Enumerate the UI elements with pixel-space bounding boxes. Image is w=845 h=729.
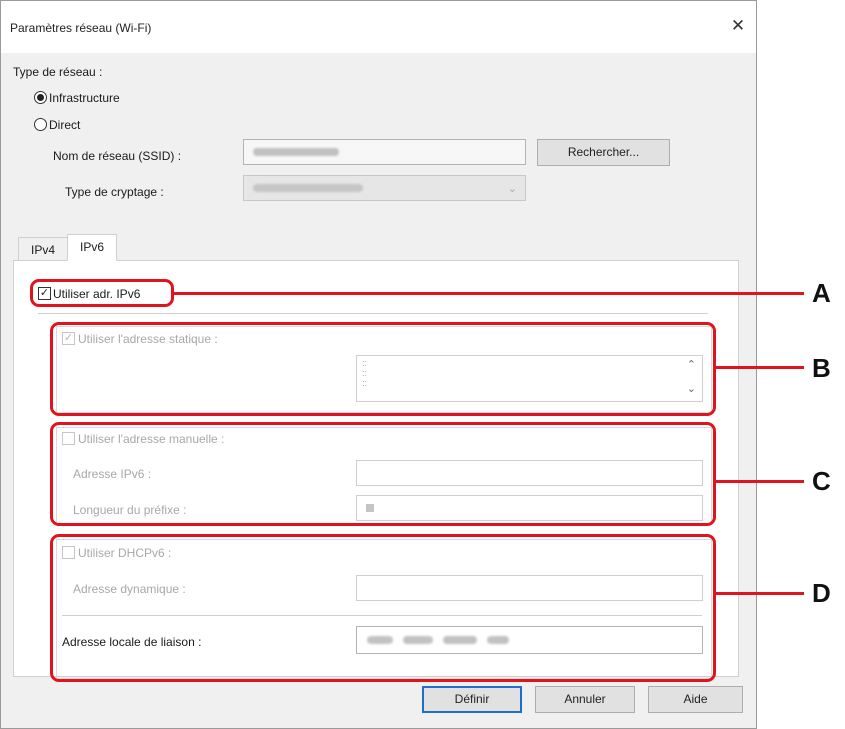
infrastructure-radio[interactable] bbox=[34, 91, 47, 104]
separator bbox=[38, 313, 708, 314]
callout-c-label: C bbox=[812, 466, 831, 496]
ssid-label: Nom de réseau (SSID) : bbox=[53, 149, 182, 163]
callout-d-box bbox=[50, 534, 716, 682]
network-type-label: Type de réseau : bbox=[13, 65, 103, 79]
callout-a-line bbox=[174, 292, 804, 295]
callout-d-label: D bbox=[812, 578, 831, 608]
chevron-down-icon: ⌄ bbox=[507, 183, 517, 195]
help-button[interactable]: Aide bbox=[648, 686, 743, 713]
cancel-button[interactable]: Annuler bbox=[535, 686, 635, 713]
callout-b-label: B bbox=[812, 353, 831, 383]
ssid-input[interactable] bbox=[243, 139, 526, 165]
tab-ipv6[interactable]: IPv6 bbox=[67, 234, 117, 261]
search-button[interactable]: Rechercher... bbox=[537, 139, 670, 166]
tab-ipv4[interactable]: IPv4 bbox=[18, 237, 68, 262]
callout-d-line bbox=[716, 592, 804, 595]
callout-c-box bbox=[50, 422, 716, 526]
title-bar: Paramètres réseau (Wi-Fi) ✕ bbox=[1, 1, 756, 53]
callout-a-label: A bbox=[812, 278, 831, 308]
close-icon[interactable]: ✕ bbox=[724, 13, 752, 39]
encryption-select[interactable]: ⌄ bbox=[243, 175, 526, 201]
ssid-redacted-value bbox=[253, 148, 339, 156]
infrastructure-label: Infrastructure bbox=[49, 91, 120, 105]
direct-radio[interactable] bbox=[34, 118, 47, 131]
callout-c-line bbox=[716, 480, 804, 483]
callout-b-box bbox=[50, 322, 716, 416]
callout-a-box bbox=[30, 279, 174, 307]
direct-label: Direct bbox=[49, 118, 81, 132]
callout-b-line bbox=[716, 366, 804, 369]
encryption-label: Type de cryptage : bbox=[65, 185, 164, 199]
define-button[interactable]: Définir bbox=[422, 686, 522, 713]
window-title: Paramètres réseau (Wi-Fi) bbox=[10, 21, 152, 35]
encryption-redacted-value bbox=[253, 184, 363, 192]
